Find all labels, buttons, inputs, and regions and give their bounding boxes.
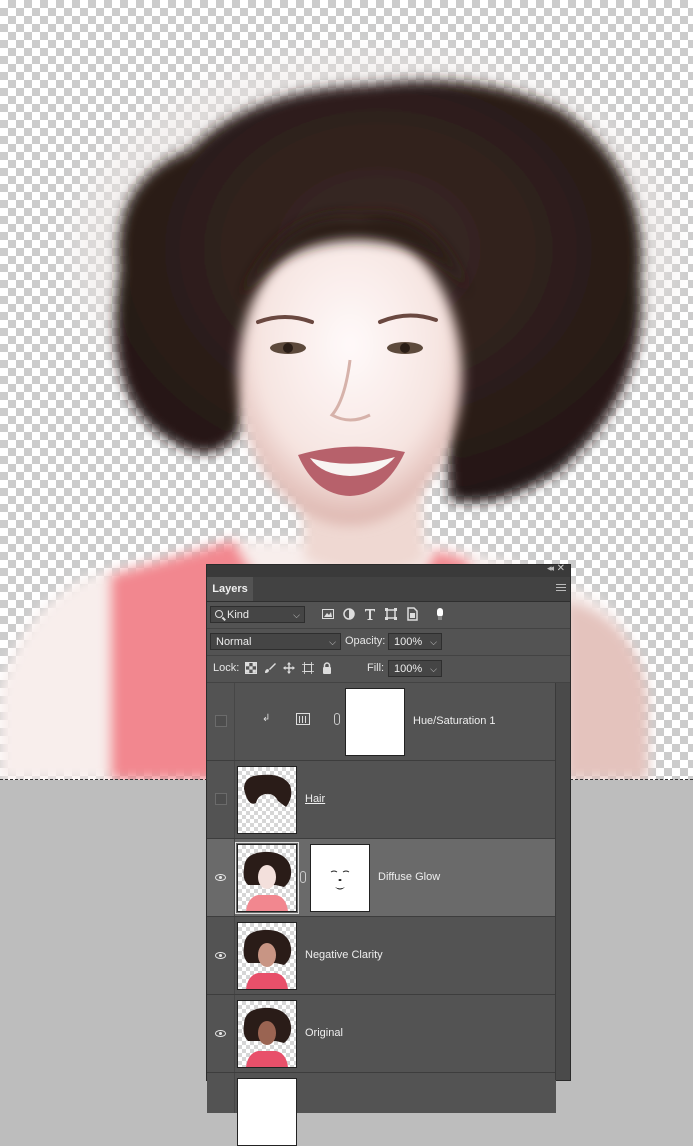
- visibility-toggle[interactable]: [207, 917, 235, 994]
- panel-menu-icon[interactable]: [556, 584, 566, 593]
- portrait-thumbnail-icon: [243, 929, 292, 989]
- layer-name[interactable]: Negative Clarity: [305, 917, 383, 994]
- fill-label: Fill:: [367, 662, 385, 674]
- adjustment-filter-icon[interactable]: [342, 607, 356, 621]
- layers-panel: ◂◂ ✕ Layers Kind ⌵ Normal ⌵ Opacity: 100…: [207, 563, 570, 1146]
- layer-hue-saturation[interactable]: ↲ Hue/Saturation 1: [207, 683, 556, 761]
- layer-negative-clarity[interactable]: Negative Clarity: [207, 917, 556, 995]
- filter-kind-label: Kind: [227, 609, 250, 621]
- visibility-toggle[interactable]: [207, 683, 235, 760]
- clipping-arrow-icon: ↲: [262, 713, 271, 724]
- opacity-field[interactable]: 100% ⌵: [388, 633, 442, 650]
- filter-kind-dropdown[interactable]: Kind ⌵: [210, 606, 305, 623]
- pixel-filter-icon[interactable]: [321, 607, 335, 621]
- visibility-toggle[interactable]: [207, 761, 235, 838]
- adjustment-histogram-icon[interactable]: [296, 713, 310, 725]
- double-chevron-icon[interactable]: ◂◂: [547, 563, 554, 574]
- visibility-off-icon: [215, 793, 227, 805]
- layer-original[interactable]: Original: [207, 995, 556, 1073]
- face-mask-icon: [330, 870, 350, 890]
- tab-layers[interactable]: Layers: [207, 577, 253, 601]
- layer-partial[interactable]: [207, 1073, 556, 1146]
- layer-name[interactable]: Diffuse Glow: [378, 839, 440, 916]
- visibility-toggle[interactable]: [207, 1073, 235, 1113]
- type-filter-icon[interactable]: [363, 607, 377, 621]
- layer-list-scrollbar[interactable]: [555, 683, 570, 1080]
- layer-thumbnail[interactable]: [235, 842, 299, 914]
- fill-value: 100%: [394, 663, 423, 675]
- chevron-down-icon[interactable]: ⌵: [430, 661, 437, 678]
- eye-icon: [215, 874, 226, 881]
- lock-image-pixels-icon[interactable]: [264, 662, 276, 674]
- smart-object-filter-icon[interactable]: [405, 607, 419, 621]
- layer-mask-thumbnail[interactable]: [310, 844, 370, 912]
- lock-all-icon[interactable]: [321, 662, 333, 674]
- layer-thumbnail[interactable]: [237, 922, 297, 990]
- layer-thumbnail[interactable]: [237, 766, 297, 834]
- eye-icon: [215, 952, 226, 959]
- lock-position-icon[interactable]: [283, 662, 295, 674]
- tab-bar: Layers: [207, 577, 570, 602]
- fill-field[interactable]: 100% ⌵: [388, 660, 442, 677]
- blend-mode-value: Normal: [216, 636, 252, 648]
- lock-row: Lock: Fill: 100% ⌵: [207, 656, 570, 683]
- filter-toggle-icon[interactable]: [433, 607, 447, 621]
- lock-transparent-pixels-icon[interactable]: [245, 662, 257, 674]
- layer-thumbnail[interactable]: [237, 1000, 297, 1068]
- layer-diffuse-glow[interactable]: Diffuse Glow: [207, 839, 556, 917]
- layer-name[interactable]: Hue/Saturation 1: [413, 683, 496, 760]
- chevron-down-icon: ⌵: [329, 637, 336, 647]
- filter-row: Kind ⌵: [207, 602, 570, 629]
- opacity-value: 100%: [394, 636, 423, 648]
- visibility-off-icon: [215, 715, 227, 727]
- close-icon[interactable]: ✕: [557, 563, 565, 574]
- portrait-thumbnail-icon: [243, 1007, 292, 1067]
- layer-hair[interactable]: Hair: [207, 761, 556, 839]
- layer-mask-thumbnail[interactable]: [345, 688, 405, 756]
- layer-name[interactable]: Original: [305, 995, 343, 1072]
- hair-thumbnail-icon: [244, 774, 292, 807]
- panel-header: ◂◂ ✕: [207, 563, 570, 577]
- link-icon[interactable]: [334, 713, 340, 725]
- lock-artboard-icon[interactable]: [302, 662, 314, 674]
- chevron-down-icon: ⌵: [293, 610, 300, 620]
- layer-thumbnail[interactable]: [237, 1078, 297, 1146]
- opacity-label: Opacity:: [345, 635, 386, 647]
- search-icon: [215, 610, 223, 618]
- chevron-down-icon[interactable]: ⌵: [430, 634, 437, 651]
- visibility-toggle[interactable]: [207, 995, 235, 1072]
- layer-name[interactable]: Hair: [305, 761, 325, 838]
- visibility-toggle[interactable]: [207, 839, 235, 916]
- eye-icon: [215, 1030, 226, 1037]
- blend-mode-dropdown[interactable]: Normal ⌵: [210, 633, 341, 650]
- shape-filter-icon[interactable]: [384, 607, 398, 621]
- blend-row: Normal ⌵ Opacity: 100% ⌵: [207, 629, 570, 656]
- lock-label: Lock:: [213, 662, 240, 674]
- portrait-thumbnail-icon: [243, 851, 292, 911]
- layer-list: ↲ Hue/Saturation 1 Hair Diffuse Glow Neg…: [207, 683, 556, 1146]
- link-icon[interactable]: [300, 871, 306, 883]
